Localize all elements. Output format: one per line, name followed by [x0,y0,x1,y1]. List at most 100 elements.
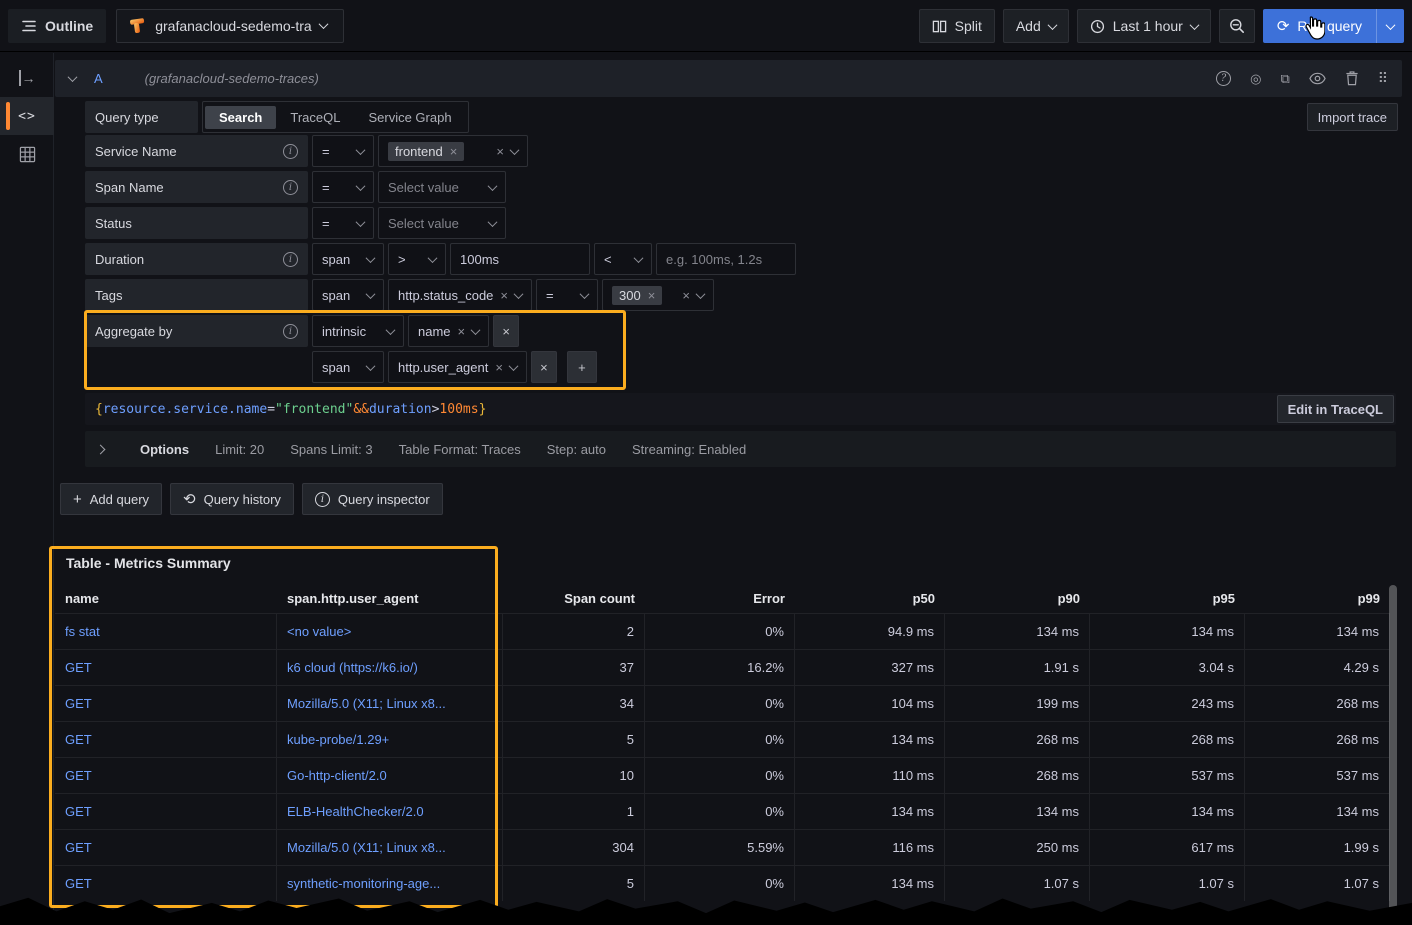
cell-value: 94.9 ms [795,613,945,649]
run-query-button[interactable]: ⟳ Run query [1263,9,1376,43]
span-name-operator-select[interactable]: = [312,171,374,203]
duplicate-query-icon[interactable]: ⧉ [1280,71,1289,87]
help-icon[interactable]: ? [1216,71,1231,86]
info-circle-icon: i [315,492,330,507]
status-operator-select[interactable]: = [312,207,374,239]
clear-all-icon[interactable]: × [682,288,690,303]
cell-link[interactable]: GET [55,649,277,685]
outline-button[interactable]: Outline [8,9,106,43]
cell-link[interactable]: Mozilla/5.0 (X11; Linux x8... [277,829,503,865]
cell-value: 5.59% [645,829,795,865]
hide-response-eye-icon[interactable] [1309,72,1326,85]
cell-link[interactable]: ELB-HealthChecker/2.0 [277,793,503,829]
duration-min-input[interactable]: 100ms [450,243,590,275]
clear-all-icon[interactable]: × [496,144,504,159]
edit-in-traceql-button[interactable]: Edit in TraceQL [1277,395,1394,423]
cell-link[interactable]: GET [55,685,277,721]
collapse-pane-button[interactable]: → [0,59,54,97]
column-header[interactable]: name [55,585,277,613]
options-summary-item: Limit: 20 [215,442,264,457]
cell-link[interactable]: fs stat [55,613,277,649]
tags-label: Tags [95,288,122,303]
tags-scope-select[interactable]: span [312,279,384,311]
column-header[interactable]: Error [645,585,795,613]
tab-service-graph[interactable]: Service Graph [354,106,465,129]
cell-link[interactable]: GET [55,829,277,865]
cell-link[interactable]: <no value> [277,613,503,649]
cell-link[interactable]: GET [55,865,277,901]
zoom-out-button[interactable] [1219,9,1255,43]
aggregate-scope-select-2[interactable]: span [312,351,384,383]
duration-lt-operator[interactable]: < [594,243,652,275]
options-collapsible[interactable]: Options Limit: 20Spans Limit: 3Table For… [85,431,1396,467]
tempo-logo-icon [129,17,147,35]
aggregate-key-select-2[interactable]: http.user_agent× [388,351,527,383]
cell-value: 34 [503,685,645,721]
sidebar-item-query-editor[interactable]: <> [0,97,54,135]
table-scrollbar[interactable] [1389,585,1397,925]
cell-link[interactable]: synthetic-monitoring-age... [277,865,503,901]
tags-operator-select[interactable]: = [536,279,598,311]
column-header[interactable]: p90 [945,585,1090,613]
cell-link[interactable]: kube-probe/1.29+ [277,721,503,757]
add-aggregate-button[interactable]: + [567,351,597,383]
cell-value: 304 [503,829,645,865]
remove-aggregate-button-1[interactable]: × [493,315,519,347]
column-header[interactable]: p99 [1245,585,1390,613]
column-header[interactable]: p50 [795,585,945,613]
run-query-dropdown[interactable] [1376,9,1404,43]
cell-link[interactable]: GET [55,793,277,829]
import-trace-button[interactable]: Import trace [1307,103,1398,131]
query-row-header[interactable]: A (grafanacloud-sedemo-traces) ? ◎ ⧉ ⠿ [55,60,1402,97]
tags-value-select[interactable]: 300× × [602,279,714,311]
remove-aggregate-button-2[interactable]: × [531,351,557,383]
history-icon: ⟲ [183,492,196,507]
add-query-button[interactable]: +Add query [60,483,162,515]
remove-chip-icon[interactable]: × [648,288,656,303]
clear-icon[interactable]: × [500,288,508,303]
tab-search[interactable]: Search [205,106,276,129]
aggregate-key-value: name [418,324,451,339]
duration-scope-select[interactable]: span [312,243,384,275]
cell-value: 134 ms [945,613,1090,649]
table-row: GETGo-http-client/2.0100%110 ms268 ms537… [55,757,1402,793]
traceql-token: 100ms [439,402,478,417]
time-range-picker[interactable]: Last 1 hour [1077,9,1211,43]
duration-gt-operator[interactable]: > [388,243,446,275]
duration-max-input[interactable]: e.g. 100ms, 1.2s [656,243,796,275]
traceql-token: duration [369,402,432,417]
aggregate-scope-select-1[interactable]: intrinsic [312,315,404,347]
split-button[interactable]: Split [919,9,995,43]
column-header[interactable]: Span count [503,585,645,613]
sidebar-item-table[interactable] [0,135,54,173]
delete-query-trash-icon[interactable] [1345,71,1359,86]
status-value-select[interactable]: Select value [378,207,506,239]
datasource-picker[interactable]: grafanacloud-sedemo-tra [116,9,344,43]
column-header[interactable]: span.http.user_agent [277,585,503,613]
column-header[interactable]: p95 [1090,585,1245,613]
cell-link[interactable]: k6 cloud (https://k6.io/) [277,649,503,685]
service-name-operator-select[interactable]: = [312,135,374,167]
clear-icon[interactable]: × [458,324,466,339]
datasource-default-icon[interactable]: ◎ [1250,71,1261,87]
cell-link[interactable]: GET [55,757,277,793]
tab-traceql[interactable]: TraceQL [276,106,354,129]
remove-chip-icon[interactable]: × [450,144,458,159]
clear-icon[interactable]: × [495,360,503,375]
search-filters: Service Namei = frontend× × Span Namei =… [85,135,800,387]
drag-handle-icon[interactable]: ⠿ [1378,70,1386,87]
collapse-query-icon[interactable] [68,72,78,82]
query-inspector-button[interactable]: iQuery inspector [302,483,443,515]
span-name-value-select[interactable]: Select value [378,171,506,203]
cell-value: 0% [645,613,795,649]
cell-link[interactable]: Mozilla/5.0 (X11; Linux x8... [277,685,503,721]
add-button[interactable]: Add [1003,9,1069,43]
cell-link[interactable]: Go-http-client/2.0 [277,757,503,793]
query-actions: +Add query ⟲Query history iQuery inspect… [60,483,443,515]
query-history-button[interactable]: ⟲Query history [170,483,294,515]
cell-value: 1.07 s [945,865,1090,901]
cell-link[interactable]: GET [55,721,277,757]
aggregate-key-select-1[interactable]: name × [408,315,489,347]
tags-key-select[interactable]: http.status_code× [388,279,532,311]
service-name-value-select[interactable]: frontend× × [378,135,528,167]
